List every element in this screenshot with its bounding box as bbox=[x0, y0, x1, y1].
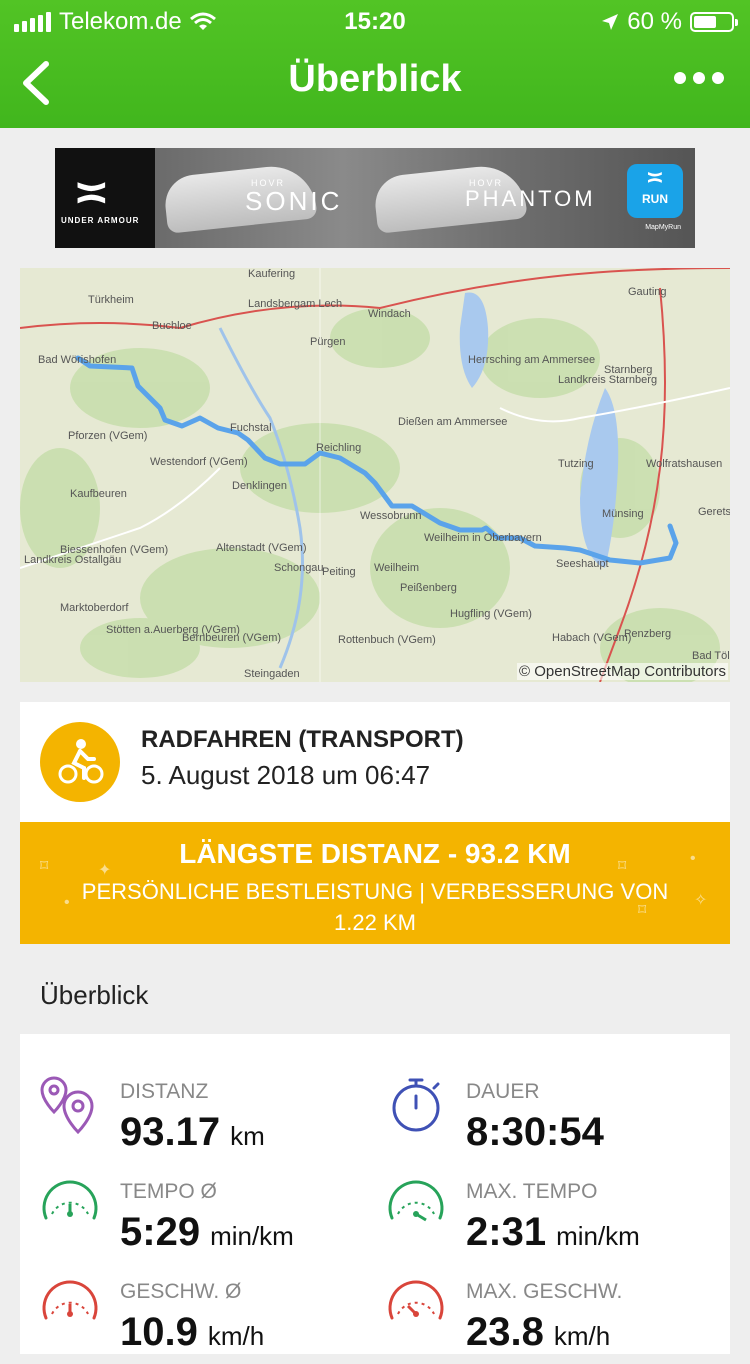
activity-card: RADFAHREN (TRANSPORT) 5. August 2018 um … bbox=[20, 702, 730, 822]
map-place-label: Penzberg bbox=[624, 628, 672, 640]
map-place-label: Wolfratshausen bbox=[646, 458, 723, 470]
stat-max-pace: MAX. TEMPO 2:31 min/km bbox=[386, 1174, 716, 1264]
map-place-label: Wessobrunn bbox=[360, 510, 422, 522]
map-place-label: Pürgen bbox=[310, 336, 346, 348]
ad-product2: PHANTOM bbox=[465, 186, 596, 211]
map-place-label: Bad Tölz bbox=[692, 650, 730, 662]
map-place-label: Westendorf (VGem) bbox=[150, 456, 248, 468]
ad-app-text: MapMyRun bbox=[645, 224, 681, 231]
map-place-label: Kaufbeuren bbox=[70, 488, 127, 500]
map-credit: © OpenStreetMap Contributors bbox=[517, 663, 728, 680]
stat-duration: DAUER 8:30:54 bbox=[386, 1074, 716, 1164]
map-place-label: Rottenbuch (VGem) bbox=[338, 634, 436, 646]
map-place-label: Denklingen bbox=[232, 480, 288, 492]
map-place-label: Landsbergam Lech bbox=[248, 298, 343, 310]
stat-pace: TEMPO Ø 5:29 min/km bbox=[40, 1174, 370, 1264]
map-place-label: Landkreis Starnberg bbox=[558, 374, 658, 386]
achievement-sub: PERSÖNLICHE BESTLEISTUNG | VERBESSERUNG … bbox=[81, 879, 669, 935]
map-place-label: Pforzen (VGem) bbox=[68, 430, 148, 442]
map-place-label: Dießen am Ammersee bbox=[398, 416, 508, 428]
map-place-label: Peiting bbox=[322, 566, 356, 578]
stat-avg-speed: GESCHW. Ø 10.9 km/h bbox=[40, 1274, 370, 1364]
map-place-label: Türkheim bbox=[88, 294, 134, 306]
more-options-button[interactable] bbox=[674, 72, 724, 84]
top-bar: Telekom.de 15:20 60 % Überblick bbox=[0, 0, 750, 128]
map-place-label: Altenstadt (VGem) bbox=[216, 542, 307, 554]
map-place-label: Bernbeuren (VGem) bbox=[182, 632, 282, 644]
speedometer-icon bbox=[42, 1180, 98, 1220]
stat-distance: DISTANZ 93.17 km bbox=[40, 1074, 370, 1164]
map-place-label: Tutzing bbox=[558, 458, 594, 470]
map-place-label: Schongau bbox=[274, 562, 324, 574]
map-place-label: Windach bbox=[368, 308, 411, 320]
status-bar: Telekom.de 15:20 60 % bbox=[0, 0, 750, 40]
map-place-label: Fuchstal bbox=[230, 422, 272, 434]
battery-percent: 60 % bbox=[627, 8, 682, 35]
speedometer-red-icon bbox=[388, 1280, 444, 1320]
location-arrow-icon bbox=[602, 14, 619, 30]
map-place-label: Habach (VGem) bbox=[552, 632, 632, 644]
section-title: Überblick bbox=[40, 980, 149, 1010]
map-place-label: Seeshaupt bbox=[556, 558, 609, 570]
page-title: Überblick bbox=[288, 58, 462, 100]
stat-max-speed: MAX. GESCHW. 23.8 km/h bbox=[386, 1274, 716, 1364]
cycling-icon bbox=[40, 722, 120, 802]
map-place-label: Münsing bbox=[602, 508, 644, 520]
map-base bbox=[20, 268, 730, 682]
stopwatch-icon bbox=[392, 1078, 440, 1132]
map-place-label: Geretsri bbox=[698, 506, 730, 518]
activity-date: 5. August 2018 um 06:47 bbox=[141, 760, 431, 790]
location-pins-icon bbox=[40, 1076, 94, 1134]
map-place-label: Marktoberdorf bbox=[60, 602, 129, 614]
map-place-label: Gauting bbox=[628, 286, 667, 298]
mapmyrun-logo: ≍ RUN bbox=[627, 164, 683, 218]
map-place-label: Hugfling (VGem) bbox=[450, 608, 532, 620]
map-place-label: Bad Wörishofen bbox=[38, 354, 117, 366]
map-place-label: Buchloe bbox=[152, 320, 192, 332]
activity-type: RADFAHREN (TRANSPORT) bbox=[141, 726, 464, 753]
ad-product1: SONIC bbox=[245, 186, 343, 216]
map-place-label: Herrsching am Ammersee bbox=[468, 354, 596, 366]
speedometer-icon bbox=[388, 1180, 444, 1222]
ad-banner[interactable]: ≍ UNDER ARMOUR HOVR SONIC HOVR PHANTOM ≍… bbox=[55, 148, 695, 248]
map-place-label: Landkreis Ostallgäu bbox=[24, 554, 122, 566]
achievement-banner: ⌑ ✦ • ⌑ • ✧ ⌑ LÄNGSTE DISTANZ - 93.2 KM … bbox=[20, 822, 730, 944]
speedometer-red-icon bbox=[42, 1280, 98, 1320]
battery-icon bbox=[690, 12, 738, 32]
map-place-label: Peißenberg bbox=[400, 582, 457, 594]
map-place-label: Reichling bbox=[316, 442, 362, 454]
under-armour-logo: ≍ UNDER ARMOUR bbox=[55, 148, 155, 248]
stats-panel: DISTANZ 93.17 km DAUER 8:30:54 TEMPO Ø 5:… bbox=[20, 1034, 730, 1354]
map-place-label: Weilheim bbox=[374, 562, 420, 574]
map-place-label: Kaufering bbox=[248, 268, 296, 280]
achievement-headline: LÄNGSTE DISTANZ - 93.2 KM bbox=[179, 838, 571, 869]
route-map[interactable]: Kaufering Türkheim Landsbergam Lech Buchloe… bbox=[20, 268, 730, 682]
map-place-label: Steingaden bbox=[244, 668, 300, 680]
map-place-label: Weilheim in Oberbayern bbox=[424, 532, 542, 544]
